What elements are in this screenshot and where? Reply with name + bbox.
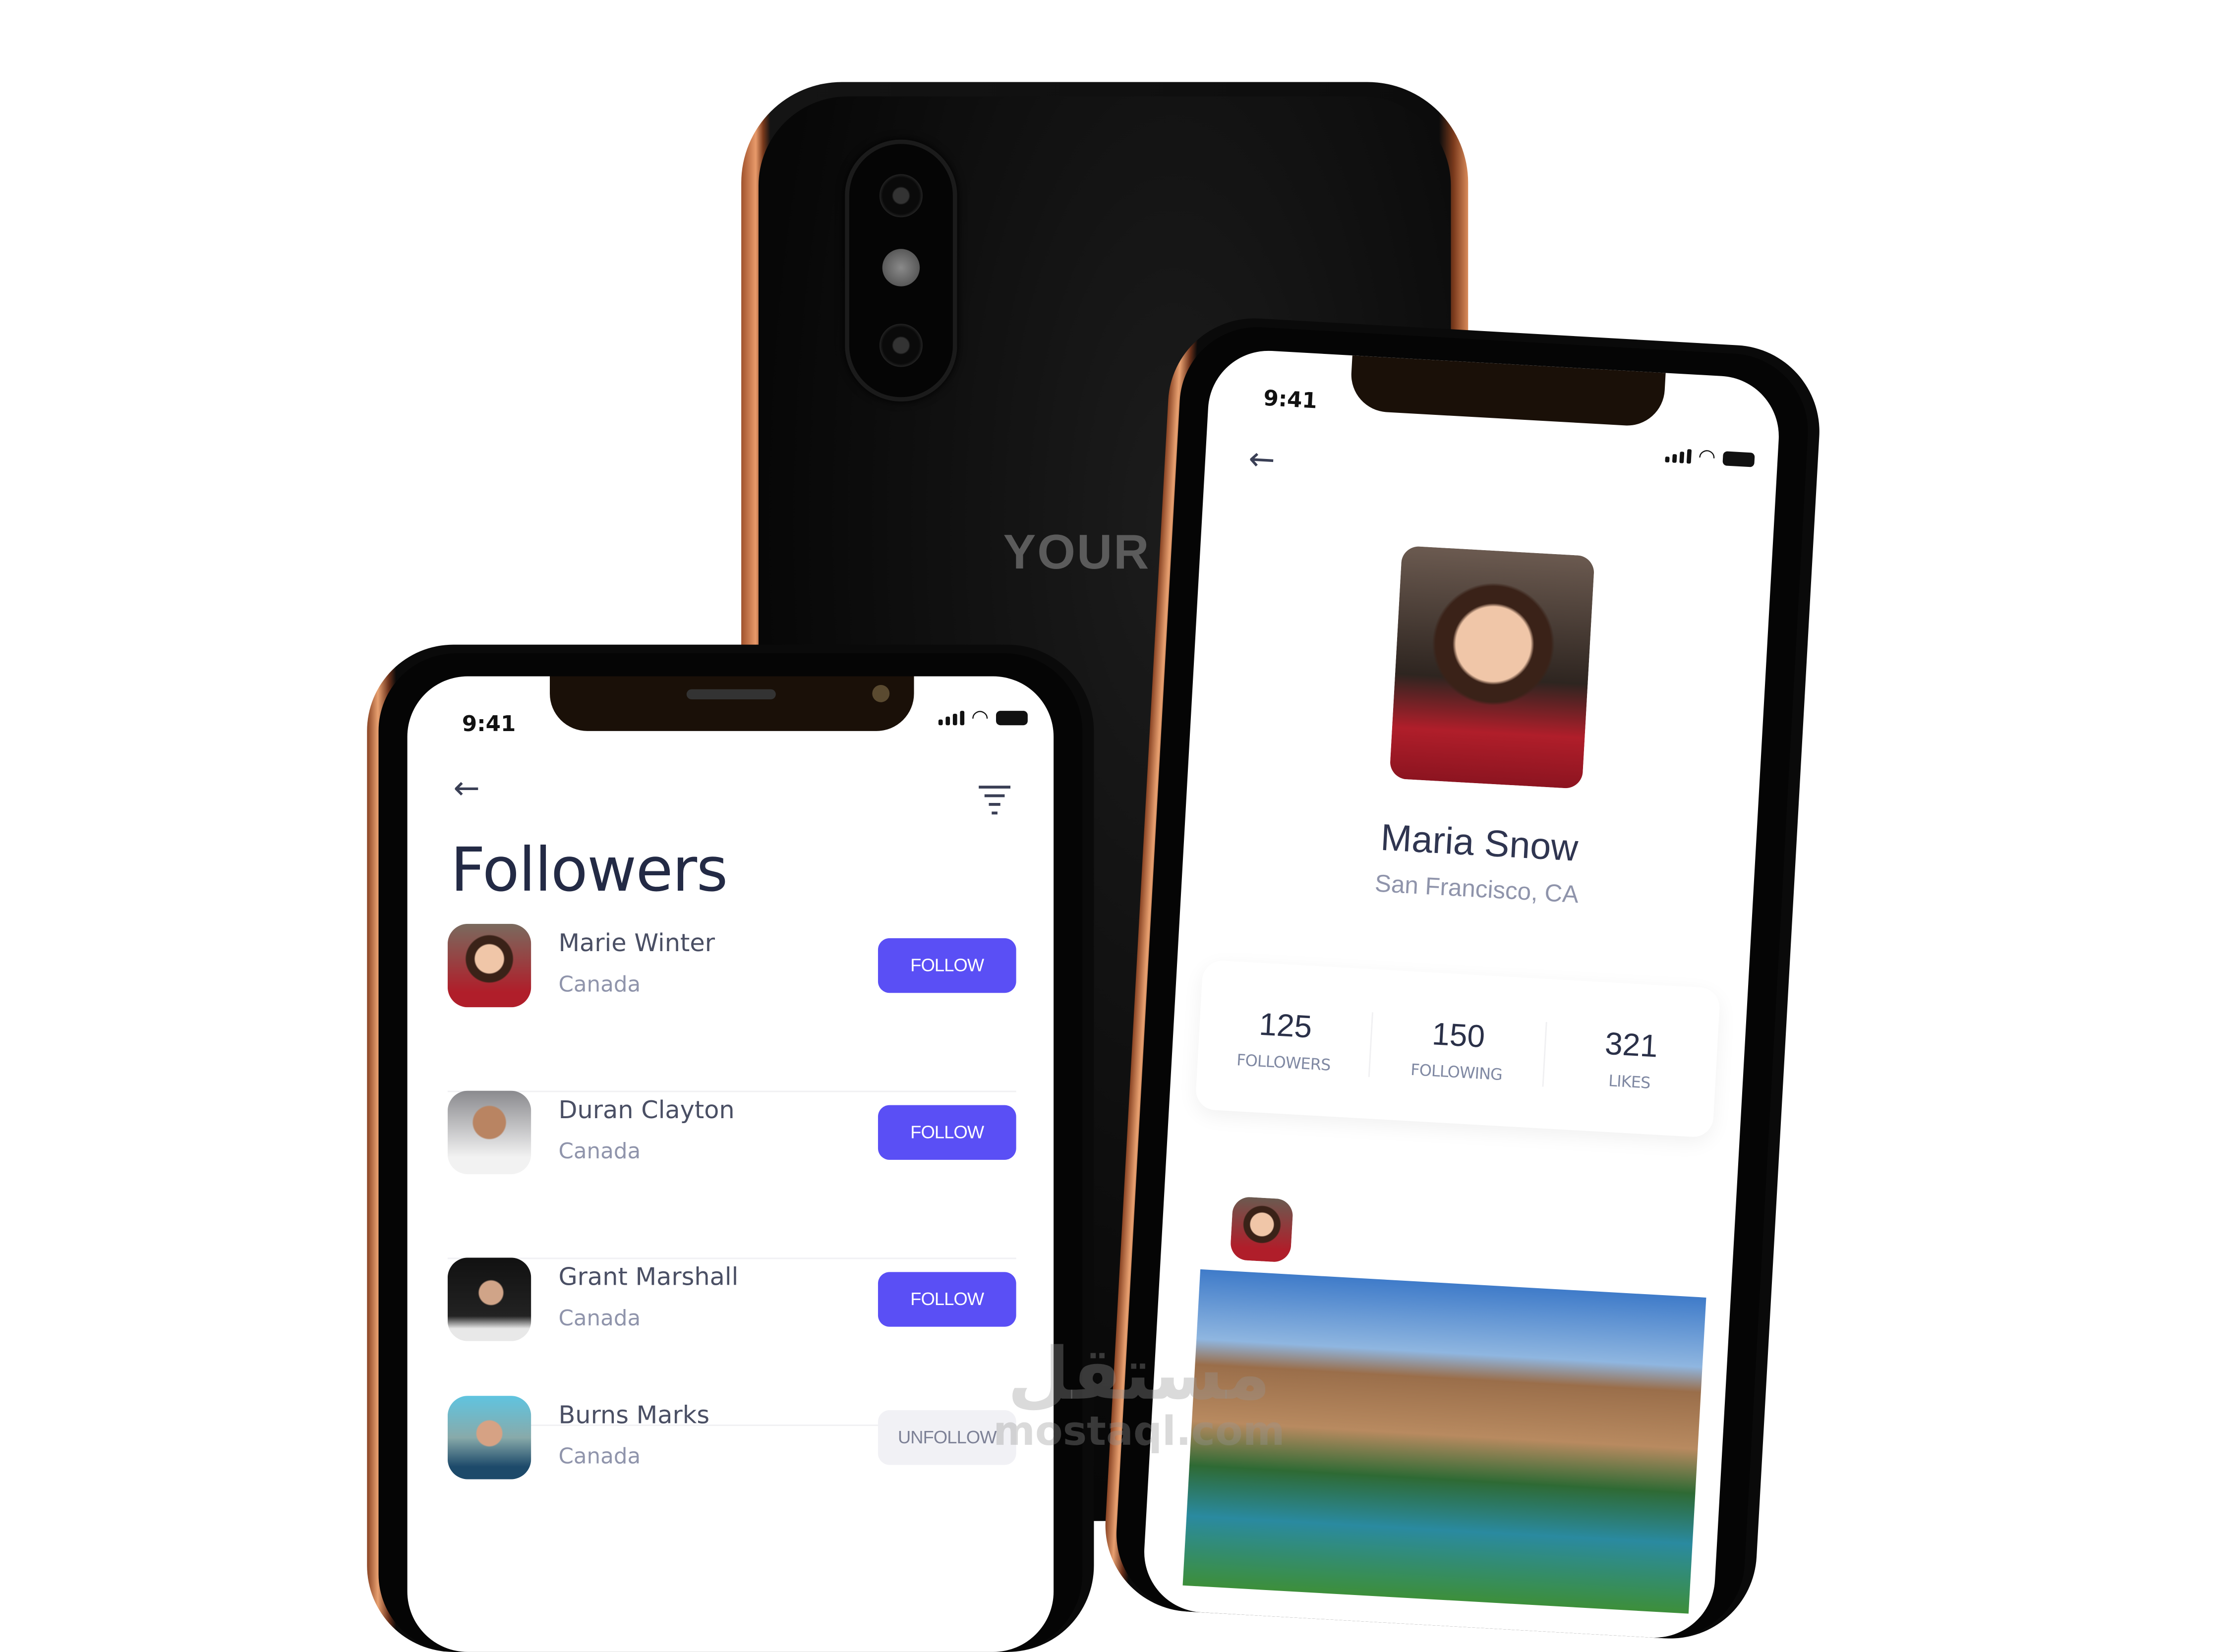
signal-icon: [938, 711, 964, 726]
follow-button[interactable]: FOLLOW: [878, 1105, 1016, 1160]
flash-icon: [882, 249, 920, 286]
watermark-logo: مستقل mostaql.com: [993, 1338, 1285, 1453]
speaker-icon: [686, 689, 776, 699]
camera-module: [845, 139, 957, 401]
signal-icon: [1664, 448, 1692, 464]
back-arrow-icon[interactable]: ←: [1247, 442, 1276, 479]
profile-photo: [1389, 545, 1595, 790]
follower-country: Canada: [558, 1443, 641, 1470]
follower-country: Canada: [558, 1305, 641, 1331]
camera-lens-icon: [879, 174, 923, 218]
follower-name: Burns Marks: [558, 1401, 710, 1430]
avatar[interactable]: [447, 1257, 531, 1341]
avatar[interactable]: [447, 1396, 531, 1480]
stat-following[interactable]: 150 FOLLOWING: [1370, 1012, 1547, 1086]
front-camera-icon: [872, 684, 890, 702]
notch: [550, 676, 914, 731]
followers-phone: 9:41 ◠ ← Followers Marie Winter Canada F…: [367, 644, 1094, 1652]
camera-lens-icon: [879, 324, 923, 367]
follower-country: Canada: [558, 971, 641, 997]
stat-label: LIKES: [1608, 1071, 1651, 1092]
watermark-arabic: مستقل: [1007, 1332, 1271, 1416]
follower-row: Burns Marks Canada UNFOLLOW: [447, 1396, 1016, 1563]
follow-button[interactable]: FOLLOW: [878, 1272, 1016, 1327]
stat-label: FOLLOWERS: [1236, 1050, 1331, 1074]
filter-icon[interactable]: [979, 786, 1011, 815]
page-title: Followers: [450, 834, 728, 906]
stat-likes[interactable]: 321 LIKES: [1543, 1022, 1718, 1096]
wifi-icon: ◠: [971, 706, 989, 730]
battery-icon: [1722, 451, 1755, 467]
stats-card: 125 FOLLOWERS 150 FOLLOWING 321 LIKES: [1195, 960, 1721, 1138]
notch: [1349, 355, 1666, 428]
status-time: 9:41: [462, 711, 516, 737]
follower-name: Grant Marshall: [558, 1263, 739, 1293]
battery-icon: [996, 711, 1028, 726]
stat-followers[interactable]: 125 FOLLOWERS: [1197, 1002, 1374, 1077]
follower-name: Duran Clayton: [558, 1096, 735, 1126]
follower-country: Canada: [558, 1138, 641, 1164]
avatar[interactable]: [447, 1090, 531, 1175]
status-icons: ◠: [1664, 445, 1755, 469]
stat-value: 150: [1431, 1015, 1486, 1054]
watermark-latin: mostaql.com: [993, 1407, 1285, 1455]
status-time: 9:41: [1263, 385, 1318, 414]
avatar[interactable]: [447, 923, 531, 1008]
follow-button[interactable]: FOLLOW: [878, 938, 1016, 993]
follower-row: Marie Winter Canada FOLLOW: [447, 923, 1016, 1092]
post-author-avatar[interactable]: [1230, 1196, 1294, 1263]
back-arrow-icon[interactable]: ←: [454, 771, 480, 807]
stat-value: 125: [1258, 1005, 1313, 1044]
followers-screen: 9:41 ◠ ← Followers Marie Winter Canada F…: [407, 676, 1054, 1652]
follower-row: Duran Clayton Canada FOLLOW: [447, 1090, 1016, 1259]
mockup-stage: YOUR L 9:41 ◠ ← Maria Snow San Francisco…: [0, 0, 2231, 1652]
stat-label: FOLLOWING: [1410, 1060, 1503, 1084]
stat-value: 321: [1604, 1025, 1659, 1064]
status-icons: ◠: [938, 706, 1028, 730]
follower-name: Marie Winter: [558, 929, 715, 959]
wifi-icon: ◠: [1697, 445, 1716, 469]
